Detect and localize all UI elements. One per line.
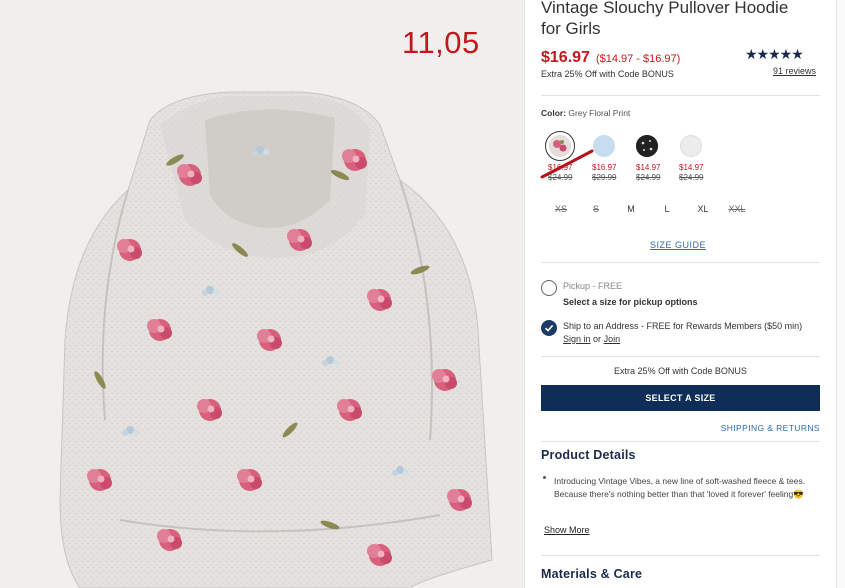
swatch-orig-price: $24.99 <box>679 173 704 182</box>
scrollbar[interactable] <box>836 0 845 588</box>
product-image[interactable]: 11,05 <box>0 0 524 588</box>
checkmark-icon <box>544 324 554 332</box>
size-xxl-button[interactable]: XXL <box>721 196 753 221</box>
divider <box>541 555 820 556</box>
ship-option-text: Ship to an Address - FREE for Rewards Me… <box>563 320 821 346</box>
swatch-orig-price: $24.99 <box>636 173 661 182</box>
divider <box>541 262 820 263</box>
materials-care-heading[interactable]: Materials & Care <box>541 567 642 581</box>
size-xl-button[interactable]: XL <box>687 196 719 221</box>
pane-divider <box>524 0 525 588</box>
product-details-heading[interactable]: Product Details <box>541 448 636 462</box>
price-range: ($14.97 - $16.97) <box>595 53 681 65</box>
color-label-key: Color: <box>541 108 567 118</box>
swatch-price: $14.97 <box>679 163 704 172</box>
sign-in-link[interactable]: Sign in <box>563 334 591 344</box>
product-title: Vintage Slouchy Pullover Hoodie for Girl… <box>541 0 789 38</box>
sale-price: $16.97 <box>541 49 590 66</box>
select-size-button[interactable]: SELECT A SIZE <box>541 385 820 411</box>
swatch-price: $14.97 <box>636 163 661 172</box>
promo-text: Extra 25% Off with Code BONUS <box>541 69 674 79</box>
swatch-orig-price: $24.99 <box>548 173 573 182</box>
swatch-blue[interactable] <box>593 135 615 157</box>
pickup-label: Pickup - FREE <box>563 281 623 291</box>
swatch-price: $16.97 <box>548 163 573 172</box>
swatch-white[interactable] <box>680 135 702 157</box>
extra-offer-text: Extra 25% Off with Code BONUS <box>614 366 747 376</box>
overlay-number: 11,05 <box>402 25 480 60</box>
color-selected-name: Grey Floral Print <box>568 108 631 118</box>
size-m-button[interactable]: M <box>615 196 647 221</box>
dots-swatch-icon <box>636 135 658 157</box>
star-rating-icon: ★★★★★ <box>745 46 804 62</box>
swatch-black[interactable] <box>636 135 658 157</box>
pickup-note: Select a size for pickup options <box>563 297 698 307</box>
show-more-link[interactable]: Show More <box>544 525 590 535</box>
size-l-button[interactable]: L <box>651 196 683 221</box>
ship-radio[interactable] <box>541 320 557 336</box>
swatch-price: $16.97 <box>592 163 617 172</box>
pickup-radio[interactable] <box>541 280 557 296</box>
product-details-bullet: Introducing Vintage Vibes, a new line of… <box>554 476 806 499</box>
price-row: $16.97 ($14.97 - $16.97) <box>541 49 680 67</box>
reviews-link[interactable]: 91 reviews <box>773 66 816 76</box>
divider <box>541 356 820 357</box>
color-label: Color: Grey Floral Print <box>541 108 630 118</box>
divider <box>541 441 820 442</box>
or-text: or <box>593 334 602 344</box>
size-xs-button[interactable]: XS <box>545 196 577 221</box>
divider <box>541 95 820 96</box>
size-guide-link[interactable]: SIZE GUIDE <box>650 240 706 250</box>
hoodie-photo <box>59 91 493 588</box>
join-link[interactable]: Join <box>604 334 621 344</box>
shipping-returns-link[interactable]: SHIPPING & RETURNS <box>721 423 820 433</box>
ship-text: Ship to an Address - FREE for Rewards Me… <box>563 321 803 331</box>
bullet-icon <box>543 476 546 479</box>
size-s-button[interactable]: S <box>580 196 612 221</box>
swatch-orig-price: $29.99 <box>592 173 617 182</box>
